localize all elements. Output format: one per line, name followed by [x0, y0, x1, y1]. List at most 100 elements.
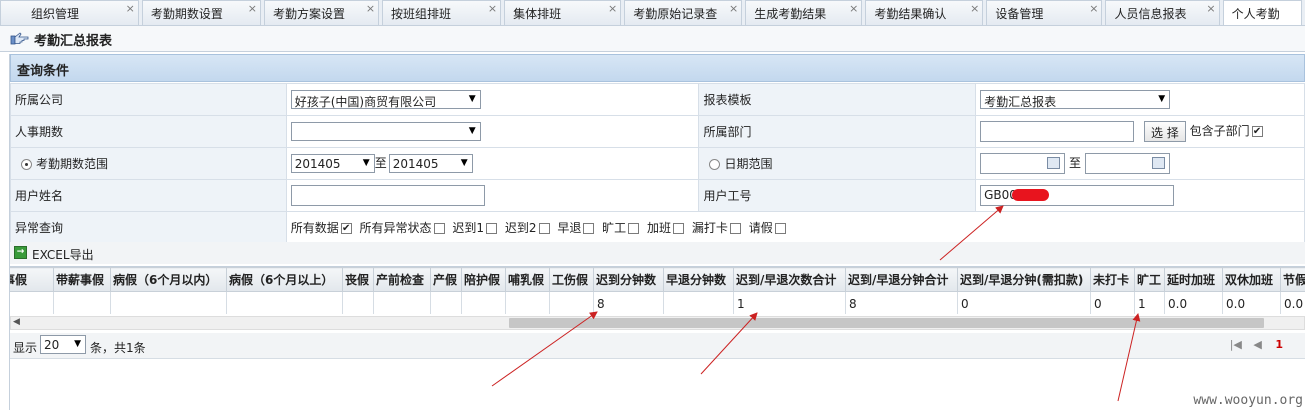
column-header[interactable]: 病假（6个月以上） — [226, 267, 343, 292]
period-range-radio[interactable] — [21, 159, 32, 170]
option-late2-checkbox[interactable] — [538, 223, 550, 234]
date-range-radio[interactable] — [709, 159, 721, 170]
include-sub-dept-checkbox[interactable]: ✔ — [1251, 126, 1263, 137]
table-row[interactable]: 8 1 8 0 0 1 0.0 0.0 0.0 — [10, 291, 1305, 314]
period-from-select[interactable]: 201405 ▼ — [290, 154, 375, 173]
column-header[interactable]: 产前检查 — [373, 267, 431, 292]
calendar-icon[interactable] — [1047, 157, 1061, 169]
company-select[interactable]: 好孩子(中国)商贸有限公司 ▼ — [290, 90, 481, 109]
tab-period-settings[interactable]: 考勤期数设置 × — [141, 0, 261, 25]
date-from-input[interactable] — [980, 153, 1066, 174]
close-icon[interactable]: × — [366, 2, 375, 15]
query-conditions-title: 查询条件 — [17, 64, 70, 79]
calendar-icon[interactable] — [1151, 157, 1165, 169]
period-to-select[interactable]: 201405 ▼ — [388, 154, 473, 173]
option-missed-punch-checkbox[interactable] — [729, 223, 741, 234]
column-header[interactable]: 迟到分钟数 — [593, 267, 664, 292]
close-icon[interactable]: × — [488, 2, 497, 15]
table-cell — [110, 291, 227, 314]
column-header[interactable]: 迟到/早退分钟(需扣款) — [957, 267, 1091, 292]
table-cell: 1 — [733, 291, 846, 314]
scroll-left-icon[interactable]: ◀ — [13, 317, 20, 327]
horizontal-scrollbar[interactable]: ◀ — [10, 316, 1305, 330]
excel-icon[interactable]: → — [14, 246, 27, 259]
exception-query-label: 异常查询 — [10, 211, 287, 244]
table-cell — [342, 291, 374, 314]
first-page-icon[interactable]: |◀ — [1230, 338, 1242, 351]
close-icon[interactable]: × — [729, 2, 738, 15]
option-all-data-label: 所有数据 — [290, 221, 339, 235]
date-to-input[interactable] — [1084, 153, 1170, 174]
column-header[interactable]: 哺乳假 — [505, 267, 550, 292]
column-header[interactable]: 丧假 — [342, 267, 374, 292]
option-all-exceptions-checkbox[interactable] — [433, 223, 445, 234]
results-table: 事假 带薪事假 病假（6个月以内） 病假（6个月以上） 丧假 产前检查 产假 陪… — [10, 267, 1305, 314]
hr-period-select[interactable]: ▼ — [290, 122, 481, 141]
column-header[interactable]: 延时加班 — [1164, 267, 1223, 292]
page-size-select[interactable]: 20 ▼ — [40, 335, 86, 354]
table-cell: 8 — [845, 291, 958, 314]
close-icon[interactable]: × — [126, 2, 135, 15]
table-header-row: 事假 带薪事假 病假（6个月以内） 病假（6个月以上） 丧假 产前检查 产假 陪… — [10, 267, 1305, 292]
tab-personal-attendance[interactable]: 个人考勤 — [1222, 0, 1302, 25]
page-header: 考勤汇总报表 — [0, 26, 1305, 52]
close-icon[interactable]: × — [849, 2, 858, 15]
template-select[interactable]: 考勤汇总报表 ▼ — [980, 90, 1171, 109]
column-header[interactable]: 早退分钟数 — [663, 267, 734, 292]
option-early-leave-checkbox[interactable] — [583, 223, 595, 234]
column-header[interactable]: 事假 — [10, 267, 54, 292]
column-header[interactable]: 迟到/早退分钟合计 — [845, 267, 958, 292]
option-absent-checkbox[interactable] — [628, 223, 640, 234]
column-header[interactable]: 病假（6个月以内） — [110, 267, 227, 292]
user-id-input[interactable]: GB00 — [980, 185, 1175, 206]
tab-device-management[interactable]: 设备管理 × — [986, 0, 1103, 25]
option-leave-checkbox[interactable] — [774, 223, 786, 234]
column-header[interactable]: 带薪事假 — [53, 267, 111, 292]
dept-input[interactable] — [980, 121, 1135, 142]
close-icon[interactable]: × — [248, 2, 257, 15]
excel-export-button[interactable]: EXCEL导出 — [32, 246, 94, 263]
tab-org-management[interactable]: 组织管理 × — [0, 0, 139, 25]
pager: 显示 20 ▼ 条，共1条 |◀ ◀ 1 — [10, 333, 1305, 359]
tab-confirm-results[interactable]: 考勤结果确认 × — [865, 0, 984, 25]
tab-group-scheduling[interactable]: 集体排班 × — [504, 0, 622, 25]
prev-page-icon[interactable]: ◀ — [1253, 338, 1261, 351]
column-header[interactable]: 陪护假 — [461, 267, 506, 292]
tab-raw-records[interactable]: 考勤原始记录查 × — [624, 0, 743, 25]
tab-generate-results[interactable]: 生成考勤结果 × — [745, 0, 863, 25]
option-overtime-checkbox[interactable] — [673, 223, 685, 234]
option-late1-checkbox[interactable] — [486, 223, 498, 234]
page-size-value: 20 — [44, 338, 60, 352]
tab-label: 考勤期数设置 — [150, 7, 223, 21]
close-icon[interactable]: × — [1089, 2, 1098, 15]
column-header[interactable]: 双休加班 — [1222, 267, 1281, 292]
page-navigation: |◀ ◀ 1 — [1230, 338, 1283, 351]
option-all-data-checkbox[interactable]: ✔ — [340, 223, 352, 234]
tab-bar: 组织管理 × 考勤期数设置 × 考勤方案设置 × 按班组排班 × 集体排班 × 考勤原始记… — [0, 0, 1305, 26]
column-header[interactable]: 未打卡 — [1090, 267, 1135, 292]
column-header[interactable]: 产假 — [430, 267, 462, 292]
current-page-number[interactable]: 1 — [1275, 338, 1283, 351]
tab-scheme-settings[interactable]: 考勤方案设置 × — [263, 0, 380, 25]
column-header[interactable]: 节假 — [1280, 267, 1305, 292]
tab-label: 组织管理 — [31, 7, 80, 21]
column-header[interactable]: 迟到/早退次数合计 — [733, 267, 846, 292]
to-label: 至 — [374, 156, 387, 170]
option-late2-label: 迟到2 — [504, 221, 537, 235]
close-icon[interactable]: × — [608, 2, 617, 15]
table-cell: 0.0 — [1164, 291, 1223, 314]
user-name-input[interactable] — [290, 185, 485, 206]
tab-personnel-report[interactable]: 人员信息报表 × — [1105, 0, 1220, 25]
tab-label: 人员信息报表 — [1114, 7, 1187, 21]
column-header[interactable]: 旷工 — [1134, 267, 1165, 292]
include-sub-dept-label: 包含子部门 — [1189, 124, 1250, 138]
hand-pointer-icon — [10, 32, 29, 45]
close-icon[interactable]: × — [1206, 2, 1215, 15]
company-select-value: 好孩子(中国)商贸有限公司 — [294, 95, 437, 109]
select-dept-button[interactable]: 选 择 — [1143, 121, 1186, 142]
scrollbar-thumb[interactable] — [509, 318, 1264, 328]
close-icon[interactable]: × — [970, 2, 979, 15]
column-header[interactable]: 工伤假 — [549, 267, 594, 292]
tab-label: 设备管理 — [995, 7, 1044, 21]
tab-team-scheduling[interactable]: 按班组排班 × — [382, 0, 502, 25]
